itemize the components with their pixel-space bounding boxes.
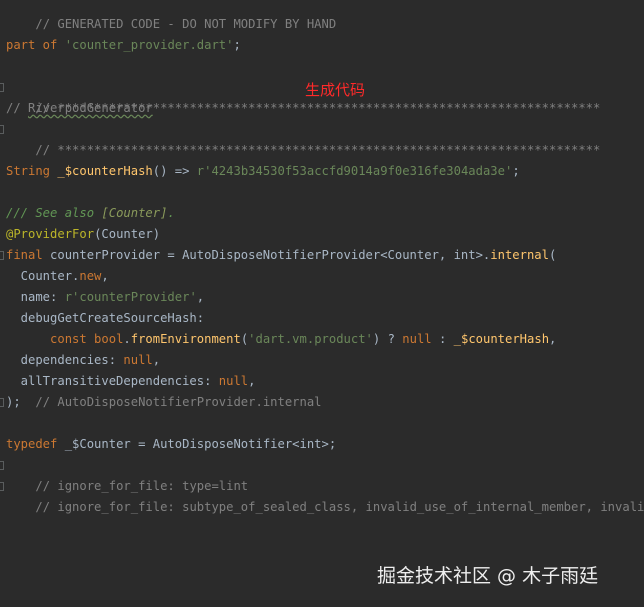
annotation-overlay: 生成代码 — [305, 81, 366, 99]
ignore-comment: // ignore_for_file: subtype_of_sealed_cl… — [35, 500, 644, 514]
closing-comment: // AutoDisposeNotifierProvider.internal — [20, 395, 322, 409]
stars-comment: // *************************************… — [35, 143, 601, 157]
typedef-body: _$Counter = AutoDisposeNotifier<int>; — [57, 437, 337, 451]
close-paren: ); — [6, 395, 21, 409]
hash-string: r'4243b34530f53accfd9014a9f0e316fe304ada… — [196, 164, 513, 178]
annotation-args: (Counter) — [94, 227, 161, 241]
keyword-typedef: typedef — [6, 437, 58, 451]
string-part-file: 'counter_provider.dart' — [64, 38, 234, 52]
code-line-debug-hash: debugGetCreateSourceHash: — [6, 308, 204, 329]
string-dart-vm-product: 'dart.vm.product' — [248, 332, 373, 346]
keyword-null: null — [123, 353, 153, 367]
dot: . — [123, 332, 131, 346]
comment-prefix: // — [6, 101, 29, 115]
doc-comment-link[interactable]: [Counter] — [101, 206, 167, 220]
comma: , — [549, 332, 557, 346]
code-line-ignore-2: // ignore_for_file: subtype_of_sealed_cl… — [6, 476, 644, 514]
code-line-final-provider: final counterProvider = AutoDisposeNotif… — [6, 245, 556, 266]
code-line-annotation: @ProviderFor(Counter) — [6, 224, 160, 245]
comma: , — [152, 353, 161, 367]
doc-comment: /// See also — [6, 206, 102, 220]
keyword-new: new — [79, 269, 102, 283]
code-line-counter-new: Counter.new, — [6, 266, 109, 287]
code-line-dependencies: dependencies: null, — [6, 350, 160, 371]
ternary: ) ? — [372, 332, 403, 346]
function-internal: internal — [490, 248, 549, 262]
semicolon: ; — [512, 164, 520, 178]
code-editor[interactable]: // GENERATED CODE - DO NOT MODIFY BY HAN… — [0, 0, 644, 607]
code-line-riverpod-generator: // RiverpodGenerator — [6, 98, 153, 119]
param-name: name: — [6, 290, 65, 304]
string-counter-provider: r'counterProvider' — [64, 290, 197, 304]
code-line-stars-2: // *************************************… — [6, 119, 600, 157]
fold-icon[interactable] — [0, 482, 4, 491]
fold-icon[interactable] — [0, 125, 4, 134]
keyword-null: null — [402, 332, 432, 346]
keyword-const-bool: const bool — [50, 332, 124, 346]
keyword-part-of: part of — [6, 38, 58, 52]
fold-icon[interactable] — [0, 83, 4, 92]
code-line-transitive-deps: allTransitiveDependencies: null, — [6, 371, 256, 392]
comma: , — [101, 269, 109, 283]
param-transitive-deps: allTransitiveDependencies: — [6, 374, 219, 388]
code-line-typedef: typedef _$Counter = AutoDisposeNotifier<… — [6, 434, 336, 455]
param-debug-hash: debugGetCreateSourceHash: — [6, 311, 205, 325]
code-line-see-also: /// See also [Counter]. — [6, 203, 175, 224]
code-line-ignore-1: // ignore_for_file: type=lint — [6, 455, 248, 493]
fold-icon[interactable] — [0, 461, 4, 470]
code-line-counter-hash: String _$counterHash() => r'4243b34530f5… — [6, 161, 520, 182]
code-line-from-environment: const bool.fromEnvironment('dart.vm.prod… — [6, 329, 556, 350]
generated-code-comment: // GENERATED CODE - DO NOT MODIFY BY HAN… — [35, 17, 337, 31]
paren-open: ( — [548, 248, 557, 262]
function-counter-hash: _$counterHash — [57, 164, 153, 178]
riverpod-generator-comment: RiverpodGenerator — [28, 101, 153, 115]
ternary-colon: : — [431, 332, 454, 346]
code-line-1: // GENERATED CODE - DO NOT MODIFY BY HAN… — [6, 0, 336, 31]
param-dependencies: dependencies: — [6, 353, 124, 367]
code-line-close: ); // AutoDisposeNotifierProvider.intern… — [6, 392, 322, 413]
comma: , — [248, 374, 256, 388]
counter-ref: Counter. — [6, 269, 80, 283]
watermark-text: 掘金技术社区 @ 木子雨廷 — [377, 565, 599, 587]
code-line-name: name: r'counterProvider', — [6, 287, 204, 308]
doc-comment-end: . — [167, 206, 175, 220]
keyword-final: final — [6, 248, 43, 262]
type-string: String — [6, 164, 51, 178]
keyword-null: null — [218, 374, 249, 388]
comma: , — [196, 290, 205, 304]
code-line-stars-1: // *************************************… — [6, 77, 600, 115]
arrow: () => — [152, 164, 197, 178]
function-counter-hash-ref: _$counterHash — [453, 332, 550, 346]
code-line-part-of: part of 'counter_provider.dart'; — [6, 35, 241, 56]
annotation-provider-for: @ProviderFor — [6, 227, 95, 241]
fold-icon[interactable] — [0, 398, 4, 407]
provider-declaration: counterProvider = AutoDisposeNotifierPro… — [42, 248, 491, 262]
semicolon: ; — [233, 38, 241, 52]
fold-icon[interactable] — [0, 251, 4, 260]
function-from-environment: fromEnvironment — [130, 332, 241, 346]
